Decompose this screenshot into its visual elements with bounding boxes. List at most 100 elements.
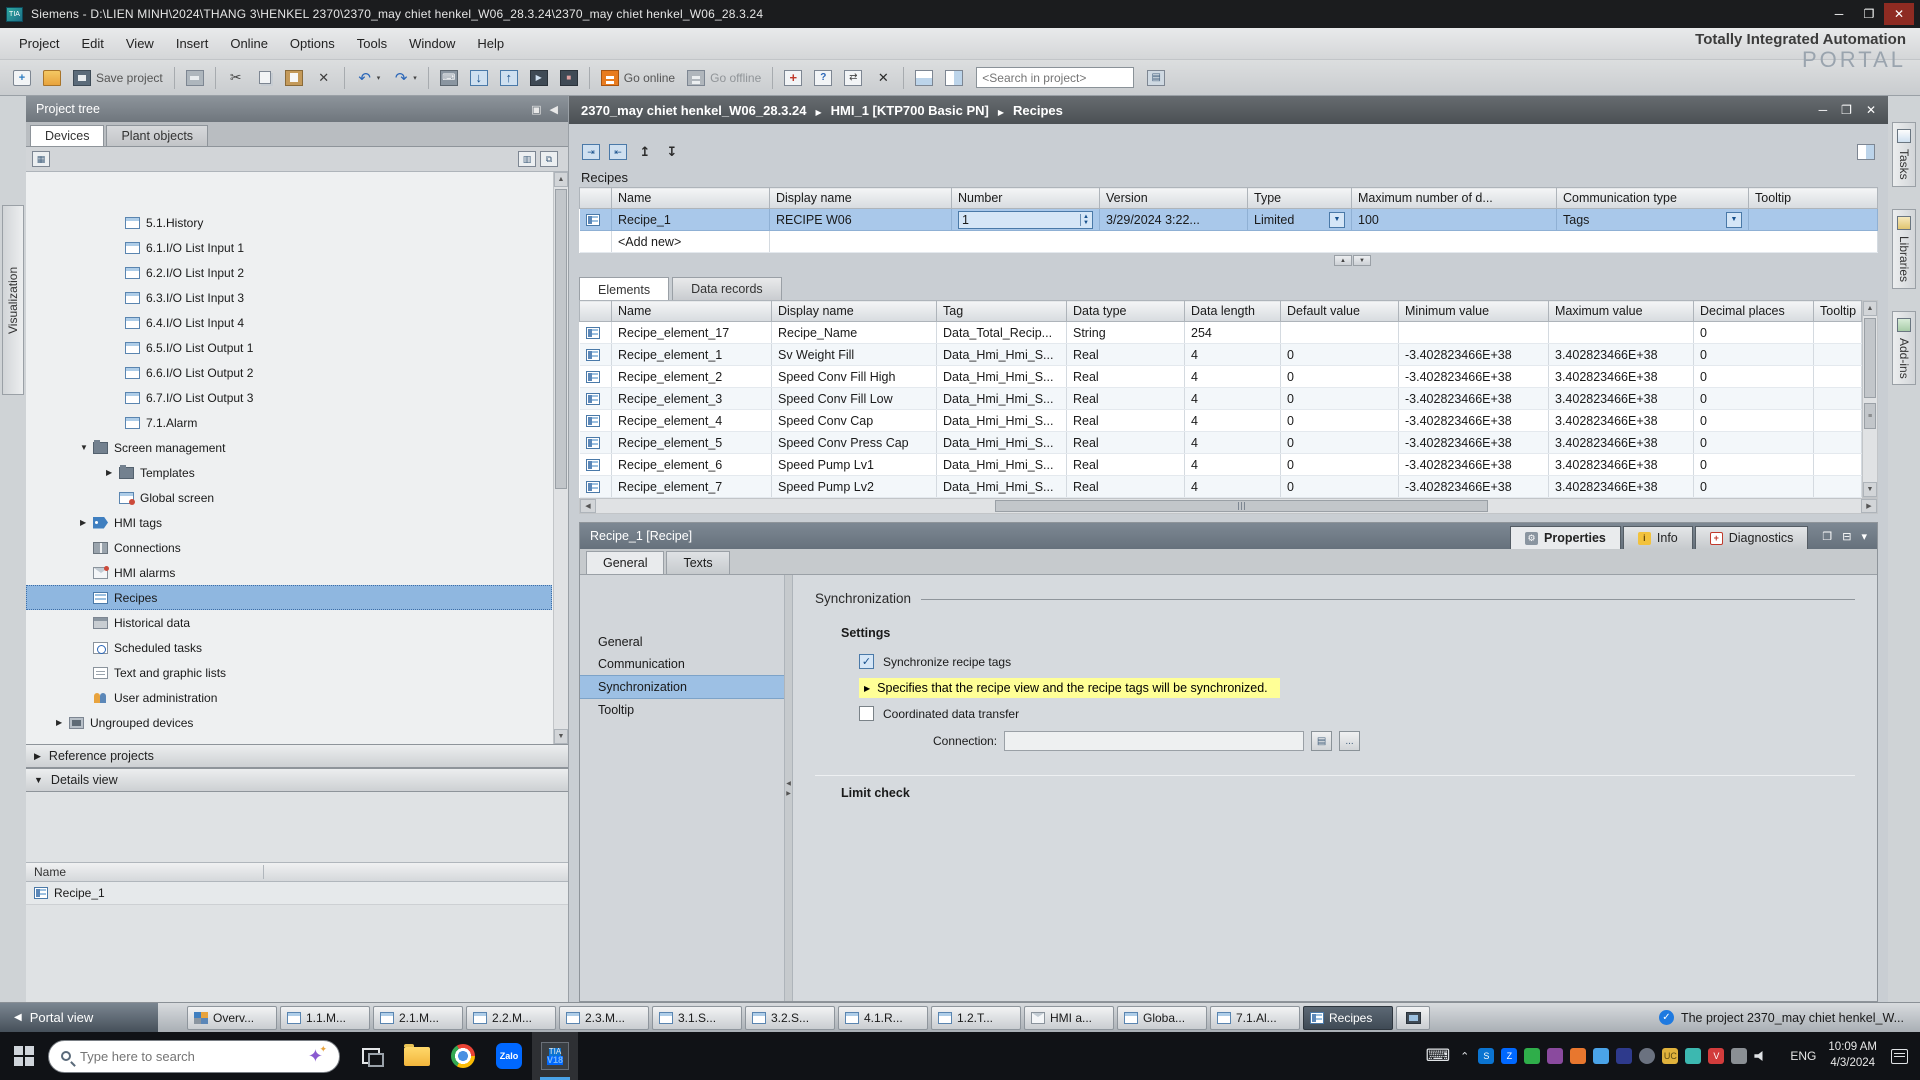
- tree-filter-icon[interactable]: ▦: [32, 151, 50, 167]
- cell-minimum-value[interactable]: -3.402823466E+38: [1399, 344, 1549, 366]
- scrollbar-grip[interactable]: ≡: [1864, 403, 1876, 429]
- column-header[interactable]: Name: [612, 301, 772, 322]
- tray-icon[interactable]: [1524, 1048, 1540, 1064]
- tree-item[interactable]: 6.3.I/O List Input 3: [26, 285, 552, 310]
- cell-decimal-places[interactable]: 0: [1694, 322, 1814, 344]
- cell-default-value[interactable]: 0: [1281, 366, 1399, 388]
- notification-center-icon[interactable]: [1891, 1049, 1908, 1064]
- cell-name[interactable]: Recipe_element_4: [612, 410, 772, 432]
- scrollbar-thumb[interactable]: [1864, 318, 1876, 398]
- paste-button[interactable]: [280, 65, 308, 91]
- element-row[interactable]: Recipe_element_17 Recipe_Name Data_Total…: [580, 322, 1862, 344]
- column-header[interactable]: Communication type: [1557, 188, 1749, 209]
- runtime-button[interactable]: [1396, 1006, 1430, 1030]
- cell-data-length[interactable]: 4: [1185, 344, 1281, 366]
- compile-button[interactable]: [435, 65, 463, 91]
- column-header[interactable]: Default value: [1281, 301, 1399, 322]
- breadcrumb-item[interactable]: Recipes: [1013, 103, 1063, 118]
- scroll-down-icon[interactable]: ▼: [554, 729, 568, 744]
- tray-icon[interactable]: V: [1708, 1048, 1724, 1064]
- open-editor-tab[interactable]: 2.3.M...: [559, 1006, 649, 1030]
- cell-tooltip[interactable]: [1814, 454, 1862, 476]
- cell-maximum-value[interactable]: 3.402823466E+38: [1549, 432, 1694, 454]
- cell-name[interactable]: Recipe_element_6: [612, 454, 772, 476]
- row-selector-cell[interactable]: [580, 454, 612, 476]
- search-in-project-input[interactable]: [976, 67, 1134, 88]
- column-header[interactable]: Data length: [1185, 301, 1281, 322]
- column-header[interactable]: Number: [952, 188, 1100, 209]
- move-down-button[interactable]: [660, 141, 684, 163]
- cell-minimum-value[interactable]: -3.402823466E+38: [1399, 410, 1549, 432]
- minimize-editor-icon[interactable]: ─: [1819, 103, 1828, 117]
- cell-maximum-value[interactable]: 3.402823466E+38: [1549, 388, 1694, 410]
- cell-max-records[interactable]: 100: [1352, 209, 1557, 231]
- cell-data-type[interactable]: Real: [1067, 432, 1185, 454]
- scroll-left-icon[interactable]: ◀: [580, 499, 596, 513]
- touch-keyboard-icon[interactable]: ⌨: [1426, 1046, 1451, 1066]
- cell-data-length[interactable]: 4: [1185, 366, 1281, 388]
- tree-item[interactable]: Global screen: [26, 485, 552, 510]
- cell-display-name[interactable]: RECIPE W06: [770, 209, 952, 231]
- collapse-panel-icon[interactable]: ◀: [550, 103, 558, 116]
- cell-minimum-value[interactable]: -3.402823466E+38: [1399, 454, 1549, 476]
- pane-splitter-buttons[interactable]: ▲ ▼: [569, 255, 1888, 266]
- column-header[interactable]: Display name: [772, 301, 937, 322]
- details-view-section[interactable]: ▼ Details view: [26, 768, 568, 792]
- network-icon[interactable]: [1731, 1048, 1747, 1064]
- cell-tooltip[interactable]: [1814, 322, 1862, 344]
- cell-minimum-value[interactable]: -3.402823466E+38: [1399, 432, 1549, 454]
- minimize-button[interactable]: ─: [1824, 3, 1854, 25]
- cell-tag[interactable]: Data_Hmi_Hmi_S...: [937, 344, 1067, 366]
- properties-nav-item[interactable]: Communication: [580, 653, 784, 675]
- visualization-side-tab[interactable]: Visualization: [2, 205, 24, 395]
- tree-tab[interactable]: Devices: [30, 125, 104, 146]
- cell-tag[interactable]: Data_Hmi_Hmi_S...: [937, 366, 1067, 388]
- column-header[interactable]: Type: [1248, 188, 1352, 209]
- cell-name[interactable]: Recipe_element_3: [612, 388, 772, 410]
- tree-item[interactable]: ▶ Ungrouped devices: [26, 710, 552, 735]
- tray-icon[interactable]: [1570, 1048, 1586, 1064]
- row-selector-cell[interactable]: [580, 366, 612, 388]
- tree-item[interactable]: HMI alarms: [26, 560, 552, 585]
- menu-item[interactable]: Window: [398, 32, 466, 55]
- go-offline-button[interactable]: Go offline: [682, 65, 766, 91]
- menu-item[interactable]: Tools: [346, 32, 398, 55]
- undo-button[interactable]: ▾: [351, 65, 386, 91]
- column-header[interactable]: Tooltip: [1749, 188, 1878, 209]
- column-header[interactable]: Data type: [1067, 301, 1185, 322]
- cell-decimal-places[interactable]: 0: [1694, 454, 1814, 476]
- cell-data-length[interactable]: 4: [1185, 388, 1281, 410]
- portal-view-button[interactable]: ◀ Portal view: [0, 1003, 158, 1032]
- redo-button[interactable]: ▾: [387, 65, 422, 91]
- language-indicator[interactable]: ENG: [1790, 1049, 1816, 1063]
- scrollbar-thumb[interactable]: [555, 189, 567, 489]
- cell-tag[interactable]: Data_Hmi_Hmi_S...: [937, 454, 1067, 476]
- file-explorer-button[interactable]: [394, 1032, 440, 1080]
- cell-default-value[interactable]: 0: [1281, 476, 1399, 498]
- print-button[interactable]: [181, 65, 209, 91]
- menu-item[interactable]: Edit: [70, 32, 114, 55]
- element-row[interactable]: Recipe_element_7 Speed Pump Lv2 Data_Hmi…: [580, 476, 1862, 498]
- tray-icon[interactable]: [1547, 1048, 1563, 1064]
- open-editor-tab[interactable]: Globa...: [1117, 1006, 1207, 1030]
- tree-item[interactable]: ▶ Templates: [26, 460, 552, 485]
- stop-simulation-button[interactable]: [555, 65, 583, 91]
- copilot-sparkle-icon[interactable]: ✦: [308, 1046, 323, 1067]
- tree-item[interactable]: 6.6.I/O List Output 2: [26, 360, 552, 385]
- close-editor-icon[interactable]: ✕: [1866, 103, 1876, 117]
- coordinated-data-transfer-checkbox[interactable]: [859, 706, 874, 721]
- cell-default-value[interactable]: 0: [1281, 454, 1399, 476]
- menu-item[interactable]: Help: [466, 32, 515, 55]
- cell-default-value[interactable]: 0: [1281, 410, 1399, 432]
- cell-data-type[interactable]: Real: [1067, 410, 1185, 432]
- move-up-button[interactable]: [633, 141, 657, 163]
- tree-item[interactable]: Scheduled tasks: [26, 635, 552, 660]
- cell-type[interactable]: Limited▼: [1248, 209, 1352, 231]
- cell-data-length[interactable]: 4: [1185, 476, 1281, 498]
- column-header[interactable]: Version: [1100, 188, 1248, 209]
- column-header[interactable]: Minimum value: [1399, 301, 1549, 322]
- cell-decimal-places[interactable]: 0: [1694, 432, 1814, 454]
- upload-from-device-button[interactable]: [495, 65, 523, 91]
- elements-horizontal-scrollbar[interactable]: ◀ ▶: [579, 498, 1878, 514]
- cell-version[interactable]: 3/29/2024 3:22...: [1100, 209, 1248, 231]
